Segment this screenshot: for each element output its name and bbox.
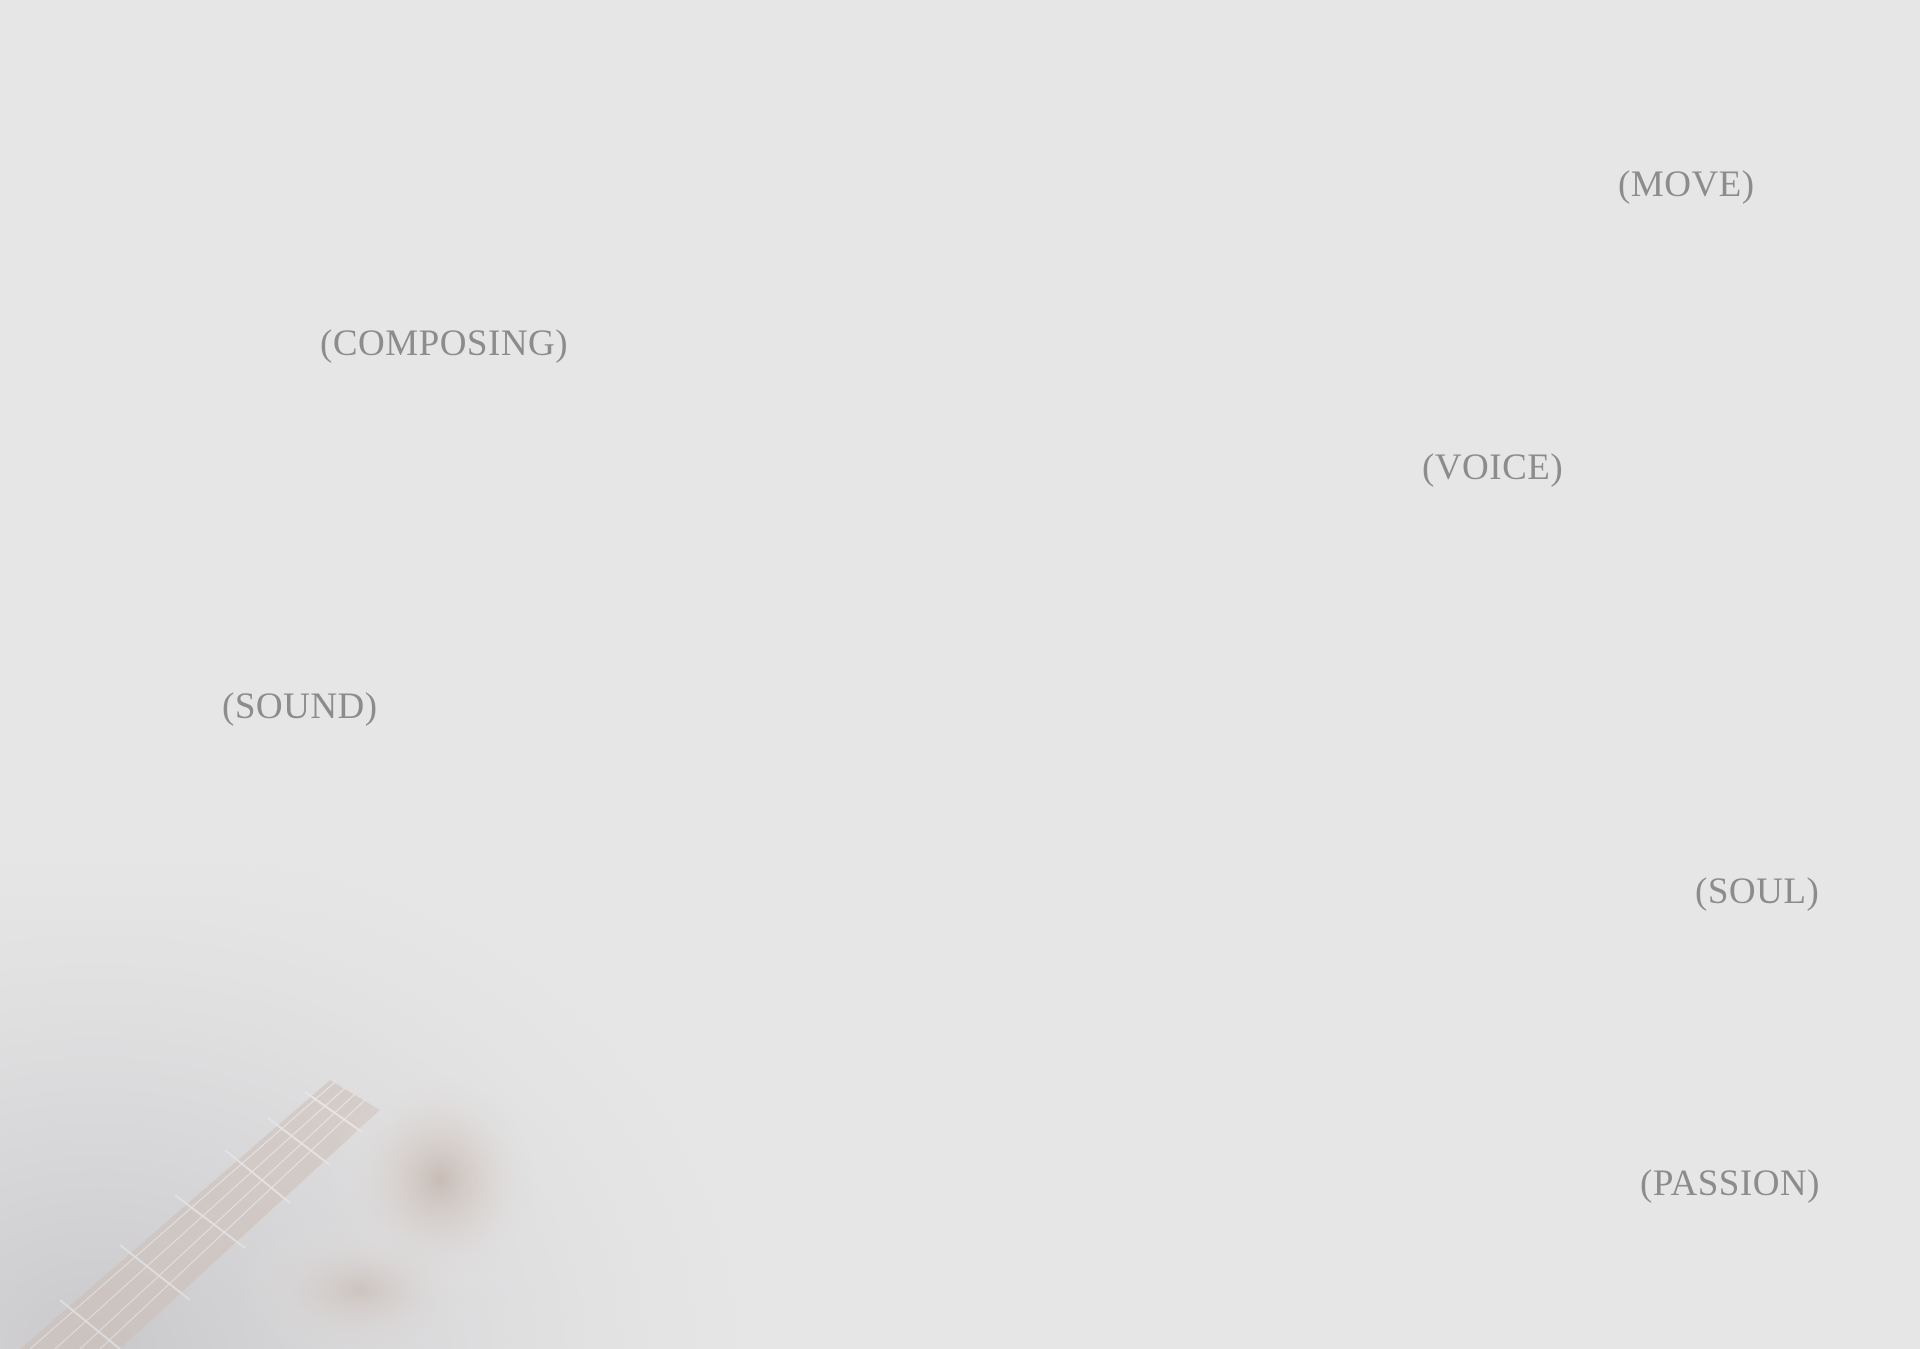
word-sound: (SOUND) [222,686,378,727]
word-passion: (PASSION) [1640,1163,1820,1204]
word-move: (MOVE) [1618,164,1755,205]
guitar-background-image [0,700,820,1349]
page-canvas: (MOVE) (COMPOSING) (VOICE) (SOUND) (SOUL… [0,0,1920,1349]
word-soul: (SOUL) [1695,871,1820,912]
word-composing: (COMPOSING) [320,323,569,364]
word-voice: (VOICE) [1422,447,1564,488]
